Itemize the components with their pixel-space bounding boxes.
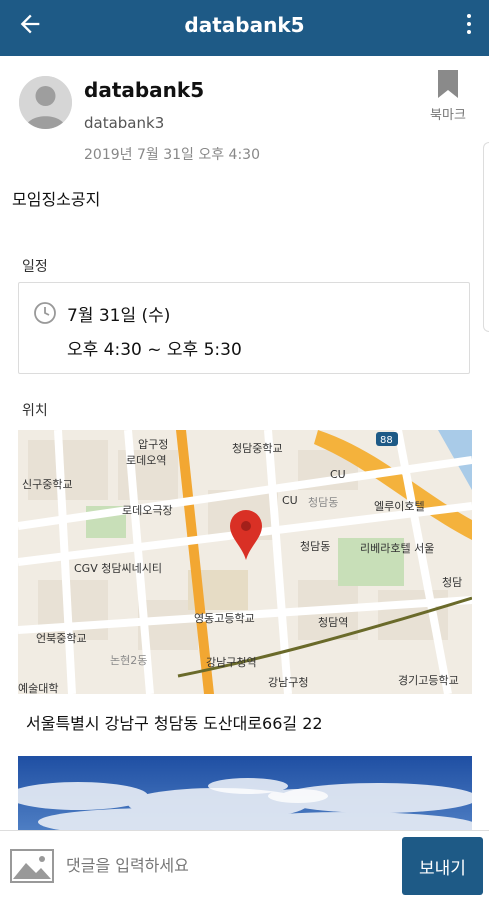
more-options-button[interactable]: [457, 10, 481, 46]
svg-text:강남구청역: 강남구청역: [206, 656, 257, 669]
sky-photo: [18, 756, 472, 832]
location-map[interactable]: 압구정 로데오역 청담중학교 신구중학교 CU CU 청담동 엘루이호텔 로데오…: [18, 430, 472, 694]
svg-text:로데오극장: 로데오극장: [122, 504, 173, 517]
page-title: databank5: [184, 13, 305, 37]
svg-text:영동고등학교: 영동고등학교: [194, 612, 255, 625]
svg-text:CU: CU: [330, 468, 346, 481]
comment-input[interactable]: [66, 845, 386, 885]
post-photo[interactable]: [18, 756, 472, 832]
schedule-day: 7월 31일 (수): [67, 306, 171, 326]
svg-text:논현2동: 논현2동: [110, 654, 147, 667]
svg-text:CU: CU: [282, 494, 298, 507]
side-scroll-handle[interactable]: [483, 142, 489, 332]
post-body: 모임징소공지: [12, 190, 101, 209]
svg-text:청담중학교: 청담중학교: [232, 442, 283, 455]
more-vert-icon: [467, 14, 471, 18]
person-icon: [19, 76, 72, 129]
schedule-time: 오후 4:30 ~ 오후 5:30: [67, 340, 242, 360]
svg-text:88: 88: [380, 435, 393, 446]
svg-text:경기고등학교: 경기고등학교: [398, 674, 459, 687]
bookmark-button[interactable]: 북마크: [420, 70, 476, 130]
svg-text:언북중학교: 언북중학교: [36, 632, 87, 645]
bookmark-icon: [438, 70, 458, 98]
svg-text:압구정: 압구정: [138, 438, 168, 451]
svg-text:CGV 청담씨네시티: CGV 청담씨네시티: [74, 562, 162, 575]
svg-text:청담역: 청담역: [318, 616, 348, 629]
location-address: 서울특별시 강남구 청담동 도산대로66길 22: [26, 714, 323, 733]
bookmark-label: 북마크: [430, 108, 466, 123]
map-image: 압구정 로데오역 청담중학교 신구중학교 CU CU 청담동 엘루이호텔 로데오…: [18, 430, 472, 694]
schedule-label: 일정: [22, 259, 48, 275]
svg-text:로데오역: 로데오역: [126, 454, 166, 467]
svg-text:청담: 청담: [442, 576, 462, 589]
svg-text:신구중학교: 신구중학교: [22, 478, 73, 491]
send-button[interactable]: 보내기: [402, 837, 483, 895]
author-handle: databank3: [84, 114, 165, 132]
svg-text:리베라호텔 서울: 리베라호텔 서울: [360, 542, 434, 555]
app-bar: databank5: [0, 0, 489, 56]
image-attach-icon[interactable]: [10, 849, 54, 883]
svg-text:강남구청: 강남구청: [268, 676, 308, 689]
svg-text:청담동: 청담동: [300, 540, 330, 553]
clock-icon: [34, 302, 56, 324]
svg-text:엘루이호텔: 엘루이호텔: [374, 500, 425, 513]
avatar[interactable]: [19, 76, 72, 129]
author-name[interactable]: databank5: [84, 78, 204, 102]
svg-text:청담동: 청담동: [308, 496, 338, 509]
svg-text:예술대학: 예술대학: [18, 682, 58, 694]
location-label: 위치: [22, 403, 48, 419]
post-date: 2019년 7월 31일 오후 4:30: [84, 147, 260, 163]
schedule-card[interactable]: 7월 31일 (수) 오후 4:30 ~ 오후 5:30: [18, 282, 470, 374]
comment-bar: 보내기: [0, 830, 489, 900]
